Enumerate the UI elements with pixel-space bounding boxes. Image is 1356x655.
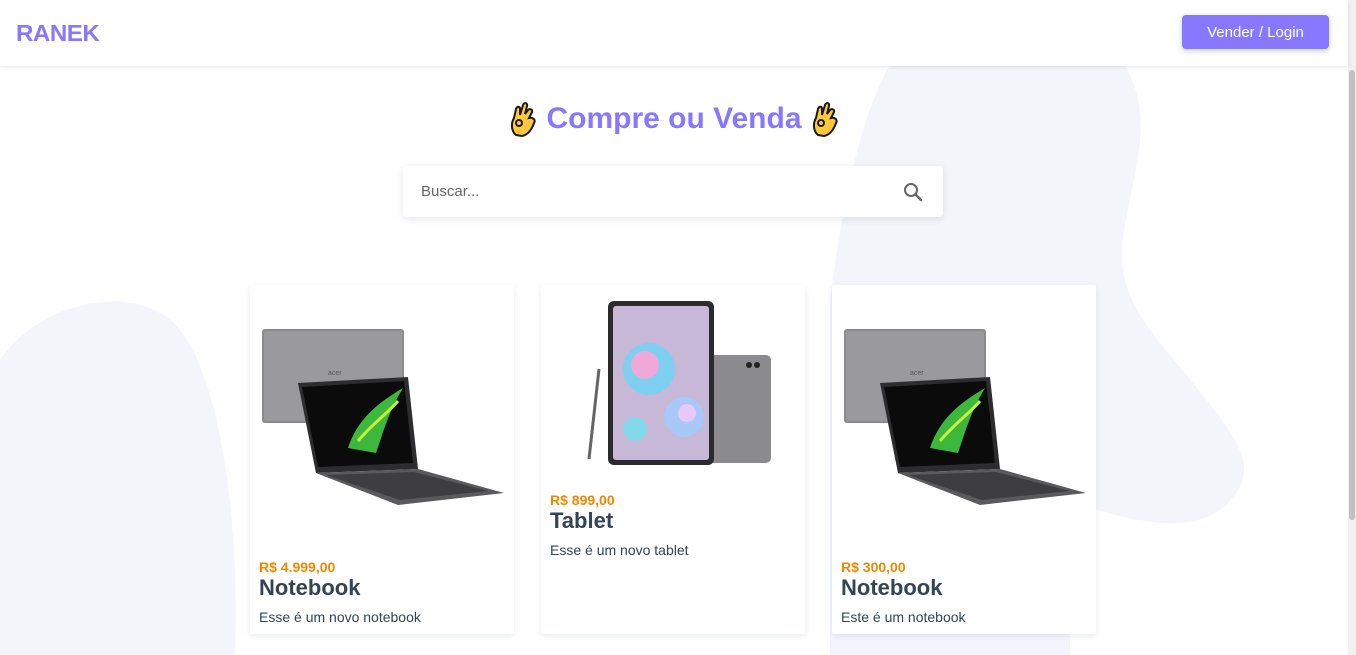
- product-description: Esse é um novo notebook: [259, 609, 421, 625]
- top-header: RANEK Vender / Login: [0, 0, 1348, 66]
- search-button[interactable]: [901, 180, 925, 204]
- product-card[interactable]: acer R$ 300,00 Notebook Este é um notebo…: [832, 285, 1096, 634]
- product-name: Notebook: [841, 575, 943, 600]
- ok-hand-icon: [810, 101, 840, 138]
- scrollbar[interactable]: [1348, 0, 1356, 655]
- product-price: R$ 300,00: [841, 559, 906, 575]
- hero-title-text: Compre ou Venda: [546, 102, 802, 135]
- laptop-image: acer: [262, 329, 504, 505]
- search-input[interactable]: [403, 166, 883, 217]
- laptop-image: acer: [844, 329, 1086, 505]
- product-card[interactable]: acer R$ 4.999,00 Notebook Esse é um novo…: [250, 285, 514, 634]
- product-description: Este é um notebook: [841, 609, 966, 625]
- search-box: [403, 166, 943, 217]
- search-icon: [904, 183, 923, 202]
- svg-text:acer: acer: [910, 370, 924, 377]
- product-name: Tablet: [550, 508, 614, 533]
- tablet-image: [587, 301, 771, 465]
- product-name: Notebook: [259, 575, 361, 600]
- product-description: Esse é um novo tablet: [550, 542, 689, 558]
- ok-hand-icon: [508, 101, 538, 138]
- scrollbar-thumb[interactable]: [1349, 70, 1355, 520]
- ranek-logo[interactable]: RANEK: [16, 20, 100, 47]
- product-price: R$ 899,00: [550, 492, 615, 508]
- main-content: Compre ou Venda acer: [0, 66, 1348, 655]
- product-price: R$ 4.999,00: [259, 559, 336, 575]
- product-card[interactable]: R$ 899,00 Tablet Esse é um novo tablet: [541, 285, 805, 634]
- svg-text:acer: acer: [328, 370, 342, 377]
- sell-login-button[interactable]: Vender / Login: [1182, 15, 1329, 49]
- hero-title: Compre ou Venda: [0, 101, 1348, 138]
